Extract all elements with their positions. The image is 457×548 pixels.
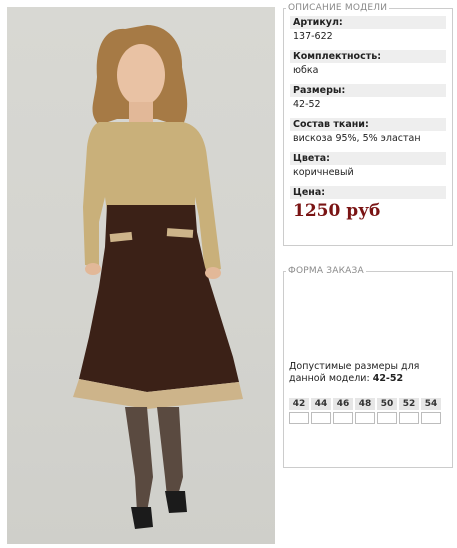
price-value: 1250 руб bbox=[293, 201, 381, 221]
sizes-label: Размеры: bbox=[290, 84, 446, 97]
size-header: 50 bbox=[377, 398, 397, 410]
size-header: 52 bbox=[399, 398, 419, 410]
allowed-sizes-range: 42-52 bbox=[372, 373, 404, 384]
fabric-label: Состав ткани: bbox=[290, 118, 446, 131]
order-form-panel: ФОРМА ЗАКАЗА Допустимые размеры для данн… bbox=[283, 266, 453, 468]
product-photo bbox=[7, 7, 275, 544]
set-value: юбка bbox=[293, 65, 319, 76]
article-value: 137-622 bbox=[293, 31, 333, 42]
model-description-legend: ОПИСАНИЕ МОДЕЛИ bbox=[288, 3, 388, 13]
size-quantity-input[interactable] bbox=[355, 412, 375, 424]
article-label: Артикул: bbox=[290, 16, 446, 29]
size-quantity-input[interactable] bbox=[311, 412, 331, 424]
order-form-legend: ФОРМА ЗАКАЗА bbox=[288, 266, 364, 276]
set-label: Комплектность: bbox=[290, 50, 446, 63]
colors-value: коричневый bbox=[293, 167, 354, 178]
fabric-value: вискоза 95%, 5% эластан bbox=[293, 133, 421, 144]
size-quantity-input[interactable] bbox=[421, 412, 441, 424]
colors-label: Цвета: bbox=[290, 152, 446, 165]
size-header: 44 bbox=[311, 398, 331, 410]
size-header: 54 bbox=[421, 398, 441, 410]
sizes-value: 42-52 bbox=[293, 99, 321, 110]
size-quantity-input[interactable] bbox=[377, 412, 397, 424]
size-header: 42 bbox=[289, 398, 309, 410]
allowed-sizes-note: Допустимые размеры для данной модели: 42… bbox=[289, 361, 449, 385]
size-header: 46 bbox=[333, 398, 353, 410]
size-quantity-input[interactable] bbox=[333, 412, 353, 424]
model-description-panel: ОПИСАНИЕ МОДЕЛИ Артикул: 137-622 Комплек… bbox=[283, 3, 453, 246]
size-quantity-input[interactable] bbox=[399, 412, 419, 424]
size-selector: 42 44 46 48 50 52 54 bbox=[289, 398, 441, 424]
size-quantity-input[interactable] bbox=[289, 412, 309, 424]
price-label: Цена: bbox=[290, 186, 446, 199]
size-header: 48 bbox=[355, 398, 375, 410]
